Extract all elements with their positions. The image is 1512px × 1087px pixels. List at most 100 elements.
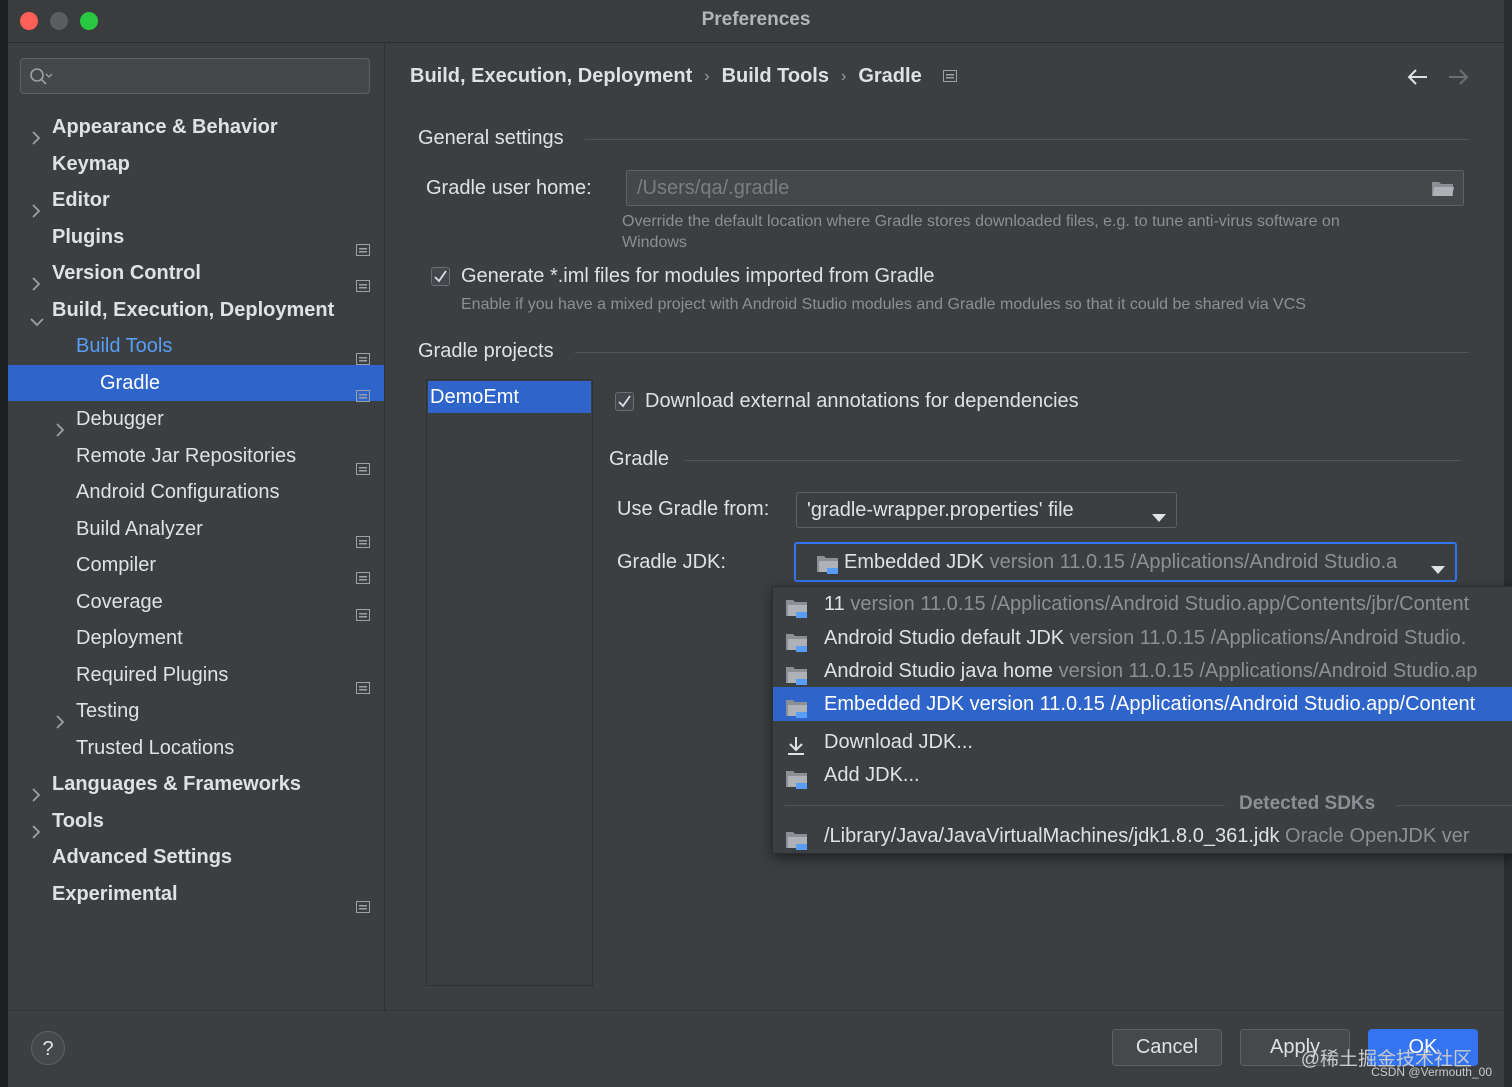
sidebar-item-trusted-locations[interactable]: Trusted Locations [8,730,384,766]
gradle-projects-title: Gradle projects [418,340,554,362]
sidebar-item-label: Languages & Frameworks [52,773,301,795]
popup-divider [785,805,1225,806]
jdk-option[interactable]: 11 version 11.0.15 /Applications/Android… [773,587,1512,621]
sidebar-item-label: Trusted Locations [76,736,235,759]
sidebar-item-label: Build Tools [76,335,173,357]
breadcrumb-item[interactable]: Build, Execution, Deployment [410,65,692,87]
jdk-option-detail: Oracle OpenJDK ver [1285,825,1470,847]
sidebar-item-tools[interactable]: Tools [8,803,384,839]
sidebar-item-languages-frameworks[interactable]: Languages & Frameworks [8,766,384,802]
sidebar-item-coverage[interactable]: Coverage [8,584,384,621]
gradle-user-home-placeholder: /Users/qa/.gradle [637,177,790,199]
sidebar-item-debugger[interactable]: Debugger [8,401,384,437]
sidebar-item-android-configurations[interactable]: Android Configurations [8,474,384,510]
folder-icon [816,554,840,580]
dialog-footer: ? Cancel Apply OK @稀土掘金技术社区 CSDN @Vermou… [8,1010,1504,1087]
sidebar-item-label: Build, Execution, Deployment [52,298,335,321]
use-gradle-from-dropdown[interactable]: 'gradle-wrapper.properties' file [796,492,1177,528]
jdk-option-name: Download JDK... [824,731,973,753]
breadcrumb-item[interactable]: Build Tools [722,65,829,87]
back-arrow-icon[interactable] [1407,68,1429,91]
cancel-button[interactable]: Cancel [1112,1029,1222,1066]
sidebar-item-build-execution-deployment[interactable]: Build, Execution, Deployment [8,292,384,328]
sidebar-item-remote-jar-repositories[interactable]: Remote Jar Repositories [8,438,384,475]
section-divider [685,460,1461,461]
generate-iml-hint: Enable if you have a mixed project with … [461,296,1306,313]
jdk-option[interactable]: Android Studio java home version 11.0.15… [773,654,1512,688]
preferences-window: Preferences Appearance & Behavior Keymap E… [8,0,1504,1087]
gradle-user-home-field[interactable]: /Users/qa/.gradle [626,170,1464,206]
sidebar-item-label: Gradle [100,371,161,394]
sidebar-item-testing[interactable]: Testing [8,693,384,729]
sidebar-item-label: Testing [76,700,140,722]
help-button[interactable]: ? [31,1031,65,1065]
sidebar-item-label: Coverage [76,590,163,613]
folder-icon [785,827,809,853]
jdk-option-name: 11 [824,593,845,615]
jdk-option[interactable]: Download JDK... [773,725,1512,759]
browse-folder-icon[interactable] [1431,178,1455,203]
sidebar-item-compiler[interactable]: Compiler [8,547,384,584]
jdk-option[interactable]: Embedded JDK version 11.0.15 /Applicatio… [773,687,1512,721]
sidebar-item-version-control[interactable]: Version Control [8,255,384,292]
use-gradle-from-value: 'gradle-wrapper.properties' file [807,499,1074,521]
credit-text: CSDN @Vermouth_00 [1371,1065,1492,1079]
sidebar-item-required-plugins[interactable]: Required Plugins [8,657,384,694]
breadcrumb-item: Gradle [858,65,922,88]
folder-icon [785,695,809,729]
gradle-jdk-name: Embedded JDK [844,551,985,573]
window-title: Preferences [701,9,811,30]
sidebar-item-advanced-settings[interactable]: Advanced Settings [8,839,384,875]
download-annotations-label[interactable]: Download external annotations for depend… [645,390,1079,413]
sidebar-item-keymap[interactable]: Keymap [8,146,384,182]
sidebar-item-label: Compiler [76,554,157,576]
section-divider [585,139,1469,140]
gradle-jdk-detail: version 11.0.15 /Applications/Android St… [989,551,1398,573]
popup-divider [1397,805,1512,806]
sidebar-item-editor[interactable]: Editor [8,182,384,218]
detected-sdks-title: Detected SDKs [1239,793,1376,814]
hint-line: Override the default location where Grad… [622,213,1340,230]
project-list-item[interactable]: DemoEmt [428,381,591,413]
background-window-edge [1504,0,1512,1087]
title-bar: Preferences [8,0,1504,43]
jdk-option[interactable]: Android Studio default JDK version 11.0.… [773,621,1512,655]
gradle-section-title: Gradle [609,448,670,470]
search-input[interactable] [20,58,370,94]
sidebar-item-label: Experimental [52,882,178,905]
sidebar-item-label: Android Configurations [76,481,280,503]
sidebar-item-deployment[interactable]: Deployment [8,620,384,656]
search-icon [29,67,53,92]
sidebar-item-label: Appearance & Behavior [52,116,278,138]
sidebar-item-build-analyzer[interactable]: Build Analyzer [8,511,384,548]
sidebar-item-build-tools[interactable]: Build Tools [8,328,384,365]
generate-iml-checkbox[interactable] [431,267,450,286]
sidebar-item-plugins[interactable]: Plugins [8,219,384,256]
sidebar-item-appearance-behavior[interactable]: Appearance & Behavior [8,109,384,145]
forward-arrow-icon[interactable] [1447,68,1469,91]
gradle-settings-panel: Build, Execution, Deployment › Build Tools… [385,43,1504,1011]
sidebar-item-label: Remote Jar Repositories [76,444,297,467]
breadcrumb: Build, Execution, Deployment › Build Tools… [410,65,958,88]
jdk-option[interactable]: Add JDK... [773,758,1512,792]
gradle-user-home-hint: Override the default location where Grad… [622,211,1442,253]
gradle-jdk-dropdown[interactable]: Embedded JDK version 11.0.15 /Applicatio… [794,542,1457,582]
folder-icon [785,766,809,800]
gradle-user-home-label: Gradle user home: [426,177,592,199]
sidebar-item-label: Deployment [76,627,183,649]
sidebar-item-label: Editor [52,189,110,211]
sidebar-item-label: Advanced Settings [52,846,233,868]
sidebar-item-gradle[interactable]: Gradle [8,364,384,402]
jdk-option[interactable]: /Library/Java/JavaVirtualMachines/jdk1.8… [773,819,1512,853]
jdk-option-name: Android Studio java home [824,660,1054,682]
jdk-option-name: Add JDK... [824,764,920,786]
jdk-option-name: Android Studio default JDK [824,627,1065,649]
sidebar-item-label: Build Analyzer [76,517,203,540]
download-annotations-checkbox[interactable] [615,392,634,411]
sidebar-item-experimental[interactable]: Experimental [8,876,384,913]
section-divider [575,352,1469,353]
chevron-down-icon [1431,558,1445,580]
generate-iml-label[interactable]: Generate *.iml files for modules importe… [461,265,935,288]
sidebar-item-label: Plugins [52,225,125,248]
jdk-option-detail: version 11.0.15 /Applications/Android St… [850,593,1470,615]
